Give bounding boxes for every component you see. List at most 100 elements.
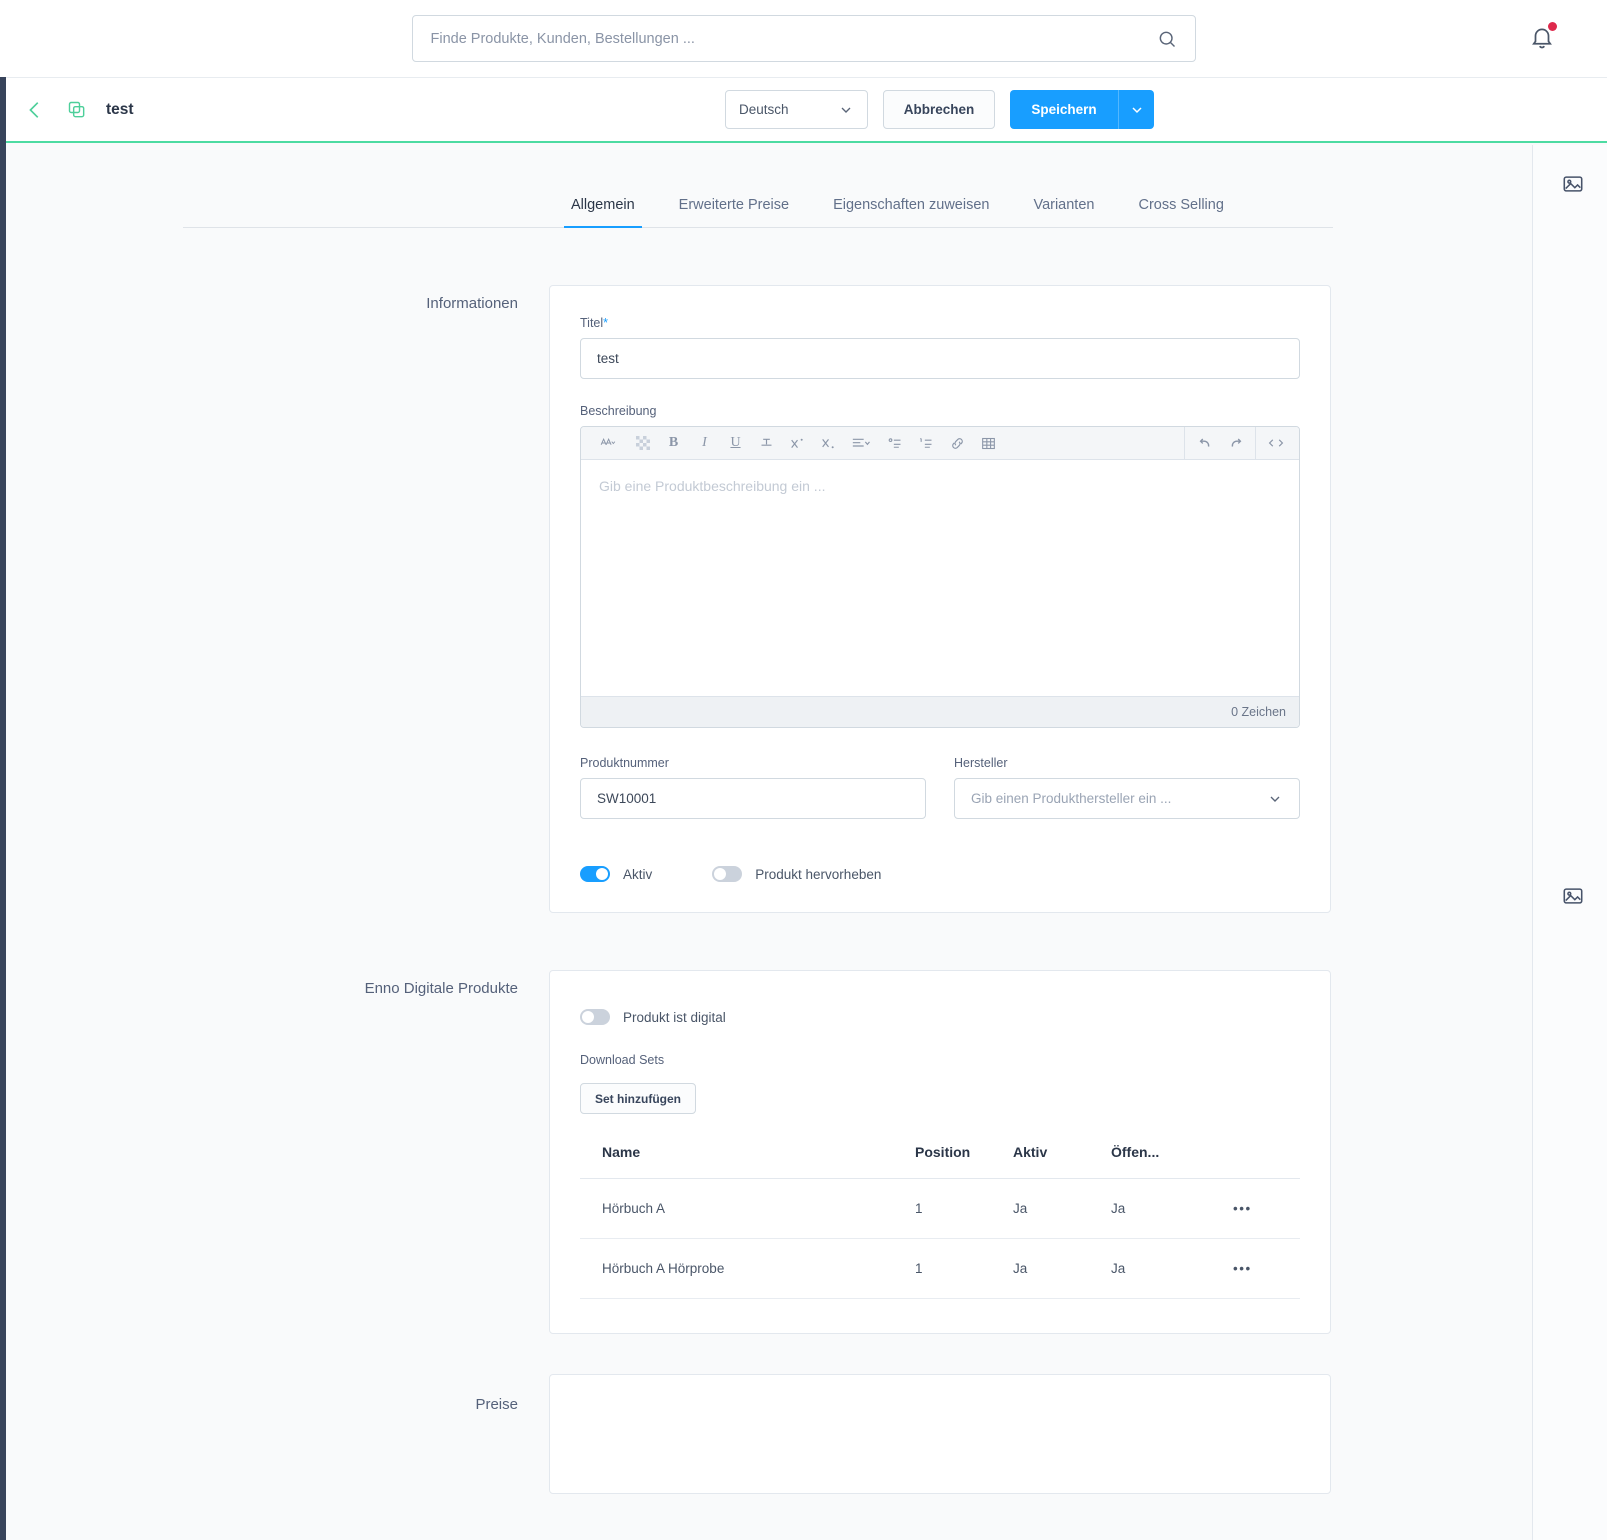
manufacturer-group: Hersteller Gib einen Produkthersteller e… bbox=[954, 756, 1300, 819]
hervorheben-switch[interactable] bbox=[712, 866, 743, 882]
table-row[interactable]: Hörbuch A Hörprobe 1 Ja Ja ••• bbox=[580, 1238, 1300, 1299]
bullet-list-icon[interactable] bbox=[883, 431, 908, 456]
tab-eigenschaften-zuweisen[interactable]: Eigenschaften zuweisen bbox=[811, 189, 1011, 227]
table-icon[interactable] bbox=[976, 431, 1001, 456]
image-icon[interactable] bbox=[1562, 885, 1584, 907]
produkt-ist-digital-switch[interactable] bbox=[580, 1009, 610, 1025]
source-code-icon[interactable] bbox=[1263, 431, 1288, 456]
superscript-icon[interactable] bbox=[785, 431, 810, 456]
page-title: test bbox=[106, 100, 134, 118]
title-field-label: Titel* bbox=[580, 316, 1300, 330]
align-icon[interactable] bbox=[847, 431, 877, 456]
aktiv-label: Aktiv bbox=[623, 866, 653, 882]
font-format-icon[interactable] bbox=[592, 431, 624, 456]
description-field-label: Beschreibung bbox=[580, 404, 657, 418]
save-button[interactable]: Speichern bbox=[1010, 90, 1118, 129]
table-row[interactable]: Hörbuch A 1 Ja Ja ••• bbox=[580, 1178, 1300, 1239]
section-label-informationen: Informationen bbox=[426, 295, 518, 312]
redo-icon[interactable] bbox=[1223, 431, 1248, 456]
cell-position: 1 bbox=[915, 1178, 1013, 1239]
save-options-chevron-icon[interactable] bbox=[1118, 90, 1154, 129]
strikethrough-icon[interactable] bbox=[754, 431, 779, 456]
main-content: Allgemein Erweiterte Preise Eigenschafte… bbox=[6, 147, 1510, 1540]
product-meta-row: Produktnummer Hersteller Gib einen Produ… bbox=[580, 756, 1300, 819]
cell-name: Hörbuch A bbox=[580, 1178, 915, 1239]
text-color-icon[interactable] bbox=[630, 431, 655, 456]
section-label-preise: Preise bbox=[475, 1396, 518, 1413]
column-header-name[interactable]: Name bbox=[580, 1144, 915, 1179]
global-search[interactable] bbox=[411, 15, 1196, 62]
table-header-row: Name Position Aktiv Öffen... bbox=[580, 1144, 1300, 1179]
description-textarea[interactable]: Gib eine Produktbeschreibung ein ... bbox=[581, 460, 1299, 696]
column-header-position[interactable]: Position bbox=[915, 1144, 1013, 1179]
product-number-input[interactable] bbox=[580, 778, 926, 819]
product-header-bar: test Deutsch Abbrechen Speichern bbox=[0, 77, 1607, 143]
underline-icon[interactable]: U bbox=[723, 431, 748, 456]
description-editor-group: Beschreibung B I U Gib eine Produktbesch… bbox=[580, 404, 1300, 728]
download-sets-label: Download Sets bbox=[580, 1053, 665, 1067]
cell-oeffentlich: Ja bbox=[1111, 1178, 1233, 1239]
manufacturer-label: Hersteller bbox=[954, 756, 1008, 770]
aktiv-switch[interactable] bbox=[580, 866, 610, 882]
save-button-group[interactable]: Speichern bbox=[1010, 90, 1154, 129]
tab-allgemein[interactable]: Allgemein bbox=[549, 189, 657, 228]
column-header-oeffentlich[interactable]: Öffen... bbox=[1111, 1144, 1233, 1179]
cell-name: Hörbuch A Hörprobe bbox=[580, 1238, 915, 1299]
section-preise: Preise bbox=[183, 1374, 1333, 1494]
subscript-icon[interactable] bbox=[816, 431, 841, 456]
manufacturer-select[interactable]: Gib einen Produkthersteller ein ... bbox=[954, 778, 1300, 819]
toolbar-divider bbox=[1255, 427, 1256, 460]
section-digitale-produkte: Enno Digitale Produkte Produkt ist digit… bbox=[183, 970, 1333, 1334]
right-sidebar bbox=[1532, 145, 1607, 1540]
editor-toolbar: B I U bbox=[581, 427, 1299, 460]
row-context-menu-icon[interactable]: ••• bbox=[1233, 1238, 1300, 1299]
product-toggles: Aktiv Produkt hervorheben bbox=[580, 866, 1300, 882]
cell-aktiv: Ja bbox=[1013, 1238, 1111, 1299]
section-informationen: Informationen Titel* Beschreibung bbox=[183, 285, 1333, 913]
language-select-value: Deutsch bbox=[739, 102, 789, 117]
duplicate-product-icon[interactable] bbox=[64, 97, 90, 123]
notification-badge bbox=[1548, 22, 1557, 31]
search-icon[interactable] bbox=[1157, 29, 1177, 49]
hervorheben-label: Produkt hervorheben bbox=[755, 866, 882, 882]
chevron-down-icon bbox=[1267, 791, 1283, 807]
cell-aktiv: Ja bbox=[1013, 1178, 1111, 1239]
information-card: Titel* Beschreibung bbox=[549, 285, 1331, 913]
title-label-text: Titel bbox=[580, 316, 604, 330]
bold-icon[interactable]: B bbox=[661, 431, 686, 456]
toolbar-divider bbox=[1184, 427, 1185, 460]
back-chevron-icon[interactable] bbox=[22, 97, 48, 123]
toggle-produkt-ist-digital[interactable]: Produkt ist digital bbox=[580, 1009, 1300, 1025]
italic-icon[interactable]: I bbox=[692, 431, 717, 456]
link-icon[interactable] bbox=[945, 431, 970, 456]
search-input[interactable] bbox=[430, 30, 1157, 47]
numbered-list-icon[interactable] bbox=[914, 431, 939, 456]
required-asterisk: * bbox=[603, 316, 609, 330]
column-header-actions bbox=[1233, 1144, 1300, 1179]
rich-text-editor: B I U Gib eine Produktbeschreibung ein .… bbox=[580, 426, 1300, 728]
image-icon[interactable] bbox=[1562, 173, 1584, 195]
produkt-ist-digital-label: Produkt ist digital bbox=[623, 1009, 726, 1025]
download-sets-table: Name Position Aktiv Öffen... Hörbuch A 1… bbox=[580, 1144, 1300, 1299]
product-number-group: Produktnummer bbox=[580, 756, 926, 819]
tab-cross-selling[interactable]: Cross Selling bbox=[1116, 189, 1245, 227]
add-set-button[interactable]: Set hinzufügen bbox=[580, 1083, 696, 1114]
tab-varianten[interactable]: Varianten bbox=[1011, 189, 1116, 227]
chevron-down-icon bbox=[838, 102, 854, 118]
section-label-digitale-produkte: Enno Digitale Produkte bbox=[364, 980, 518, 997]
product-number-label: Produktnummer bbox=[580, 756, 669, 770]
manufacturer-placeholder: Gib einen Produkthersteller ein ... bbox=[971, 791, 1172, 806]
tab-erweiterte-preise[interactable]: Erweiterte Preise bbox=[657, 189, 811, 227]
language-select[interactable]: Deutsch bbox=[725, 90, 868, 129]
toggle-produkt-hervorheben[interactable]: Produkt hervorheben bbox=[712, 866, 881, 882]
title-input[interactable] bbox=[580, 338, 1300, 379]
tab-bar: Allgemein Erweiterte Preise Eigenschafte… bbox=[183, 189, 1333, 228]
character-counter: 0 Zeichen bbox=[581, 696, 1299, 727]
cancel-button[interactable]: Abbrechen bbox=[883, 90, 995, 129]
toggle-aktiv[interactable]: Aktiv bbox=[580, 866, 652, 882]
column-header-aktiv[interactable]: Aktiv bbox=[1013, 1144, 1111, 1179]
prices-card bbox=[549, 1374, 1331, 1494]
undo-icon[interactable] bbox=[1192, 431, 1217, 456]
top-search-bar bbox=[0, 0, 1607, 77]
row-context-menu-icon[interactable]: ••• bbox=[1233, 1178, 1300, 1239]
